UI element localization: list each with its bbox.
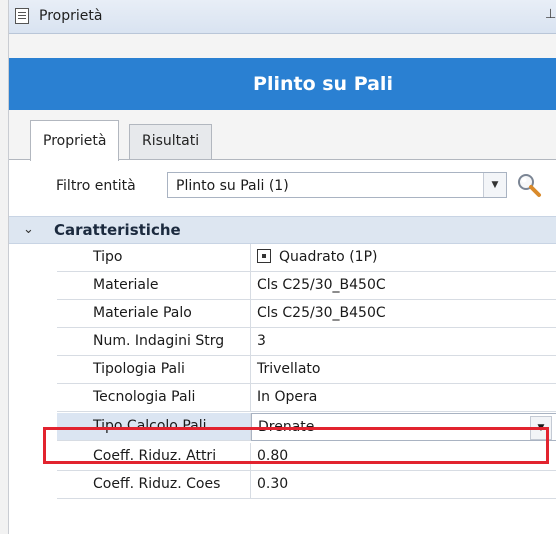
window-edge [0,0,8,534]
entity-filter-value: Plinto su Pali (1) [176,178,289,194]
property-name: Materiale [57,272,251,300]
property-name: Materiale Palo [57,300,251,328]
chevron-down-icon[interactable]: ▼ [483,173,506,197]
tab-proprieta[interactable]: Proprietà [30,120,120,161]
panel-titlebar: Proprietà ⊥ [9,0,556,34]
property-row-tipo-calcolo-pali[interactable]: Tipo Calcolo Pali Drenate ▼ [9,413,556,441]
property-row-tipo[interactable]: Tipo Quadrato (1P) [9,244,556,272]
panel-title: Proprietà [39,8,103,24]
property-value[interactable]: Cls C25/30_B450C [251,300,556,328]
properties-panel: Proprietà ⊥ Plinto su Pali Proprietà Ris… [8,0,556,534]
property-value[interactable]: 0.80 [251,443,556,471]
property-row-coeff-riduz-attri[interactable]: Coeff. Riduz. Attri 0.80 [9,443,556,471]
property-value[interactable]: 0.30 [251,471,556,499]
property-name: Tipo Calcolo Pali [57,413,251,441]
tab-risultati[interactable]: Risultati [129,124,213,159]
property-value[interactable]: 3 [251,328,556,356]
filter-label: Filtro entità [56,178,136,194]
checkbox-icon[interactable] [257,249,271,263]
section-caratteristiche[interactable]: ⌄ Caratteristiche [9,216,556,244]
property-row-tecnologia-pali[interactable]: Tecnologia Pali In Opera [9,384,556,412]
chevron-down-icon[interactable]: ▼ [530,416,552,440]
property-value[interactable]: Cls C25/30_B450C [251,272,556,300]
property-row-materiale-palo[interactable]: Materiale Palo Cls C25/30_B450C [9,300,556,328]
tab-content: Filtro entità Plinto su Pali (1) ▼ ⌄ Car… [9,160,556,534]
property-row-materiale[interactable]: Materiale Cls C25/30_B450C [9,272,556,300]
property-value[interactable]: Quadrato (1P) [251,244,556,272]
entity-banner: Plinto su Pali [9,58,556,110]
entity-title: Plinto su Pali [253,73,393,95]
entity-filter-combo[interactable]: Plinto su Pali (1) ▼ [167,172,507,198]
property-row-num-indagini[interactable]: Num. Indagini Strg 3 [9,328,556,356]
property-name: Coeff. Riduz. Coes [57,471,251,499]
property-name: Coeff. Riduz. Attri [57,443,251,471]
search-icon[interactable] [515,172,543,198]
property-name: Tipo [57,244,251,272]
property-value[interactable]: In Opera [251,384,556,412]
section-label: Caratteristiche [54,221,181,239]
tipo-calcolo-pali-select[interactable]: Drenate ▼ [251,413,556,441]
property-name: Num. Indagini Strg [57,328,251,356]
chevron-down-icon[interactable]: ⌄ [23,222,34,237]
property-value[interactable]: Trivellato [251,356,556,384]
document-icon [15,8,29,24]
property-name: Tipologia Pali [57,356,251,384]
tab-strip: Proprietà Risultati [9,120,556,161]
property-name: Tecnologia Pali [57,384,251,412]
property-row-tipologia-pali[interactable]: Tipologia Pali Trivellato [9,356,556,384]
pin-icon[interactable]: ⊥ [545,7,556,22]
property-row-coeff-riduz-coes[interactable]: Coeff. Riduz. Coes 0.30 [9,471,556,499]
